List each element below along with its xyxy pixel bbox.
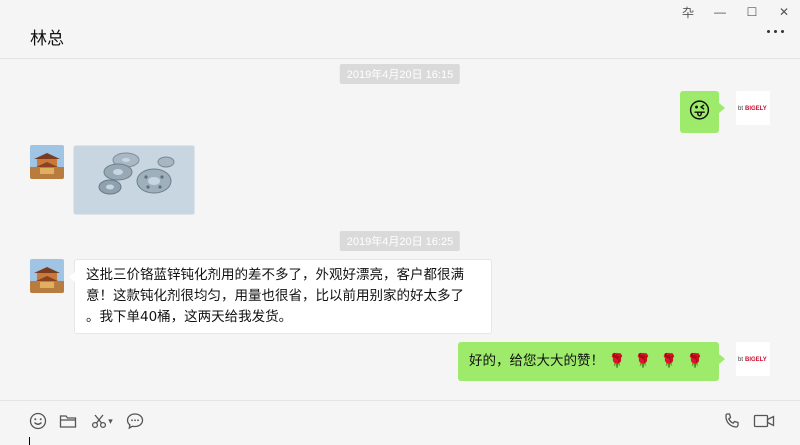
timestamp: 2019年4月20日 16:15 <box>339 64 461 84</box>
metal-parts-photo <box>74 146 194 214</box>
title-bar: 林总 卆 — ☐ ✕ <box>0 0 800 59</box>
message-bubble-sent[interactable]: 好的，给您大大的赞！ 🌹 🌹 🌹 🌹 <box>458 342 725 381</box>
avatar-contact[interactable] <box>30 145 64 179</box>
message-line: 。我下单40桶，这两天给我发货。 <box>86 309 293 325</box>
message-text: 好的，给您大大的赞！ <box>469 353 604 369</box>
chevron-down-icon[interactable]: ▾ <box>108 416 113 427</box>
more-options-icon[interactable] <box>767 30 784 33</box>
winking-tongue-emoji: 😜 <box>688 99 711 124</box>
folder-icon[interactable] <box>57 410 79 432</box>
rose-emoji: 🌹 <box>608 353 626 369</box>
message-input[interactable] <box>0 431 800 445</box>
rose-emoji: 🌹 <box>634 353 652 369</box>
scissors-icon[interactable]: ▾ <box>88 410 116 432</box>
avatar-contact[interactable] <box>30 259 64 293</box>
input-toolbar: ▾ <box>0 400 800 445</box>
chat-title: 林总 <box>30 29 64 49</box>
phone-icon[interactable] <box>721 410 743 432</box>
emoji-icon[interactable] <box>27 410 49 432</box>
avatar-self[interactable]: bt BIGELY <box>736 342 770 376</box>
message-line: 这批三价铬蓝锌钝化剂用的差不多了，外观好漂亮，客户都很满 <box>86 267 464 283</box>
timestamp: 2019年4月20日 16:25 <box>339 231 461 251</box>
rose-emoji: 🌹 <box>660 353 678 369</box>
video-icon[interactable] <box>751 410 777 432</box>
pin-button[interactable]: 卆 <box>672 0 704 24</box>
temple-photo-icon <box>30 145 64 179</box>
close-button[interactable]: ✕ <box>768 0 800 24</box>
minimize-button[interactable]: — <box>704 0 736 24</box>
logo-prefix: bt <box>738 357 743 363</box>
maximize-button[interactable]: ☐ <box>736 0 768 24</box>
image-message[interactable] <box>73 145 195 215</box>
logo-prefix: bt <box>738 106 743 112</box>
chat-bubble-icon[interactable] <box>124 410 146 432</box>
rose-emoji: 🌹 <box>686 353 704 369</box>
message-list[interactable]: 2019年4月20日 16:15 😜 bt BIGELY 2019年4月20日 … <box>0 59 800 400</box>
window-controls: 卆 — ☐ ✕ <box>672 0 800 24</box>
temple-photo-icon <box>30 259 64 293</box>
message-line: 意！这款钝化剂很均匀，用量也很省，比以前用别家的好太多了 <box>86 288 464 304</box>
message-bubble-received[interactable]: 这批三价铬蓝锌钝化剂用的差不多了，外观好漂亮，客户都很满 意！这款钝化剂很均匀，… <box>69 259 492 334</box>
bigely-logo: bt BIGELY <box>736 91 770 125</box>
bigely-logo: bt BIGELY <box>736 342 770 376</box>
avatar-self[interactable]: bt BIGELY <box>736 91 770 125</box>
message-bubble-sent[interactable]: 😜 <box>680 91 725 133</box>
logo-text: BIGELY <box>745 357 767 363</box>
logo-text: BIGELY <box>745 106 767 112</box>
